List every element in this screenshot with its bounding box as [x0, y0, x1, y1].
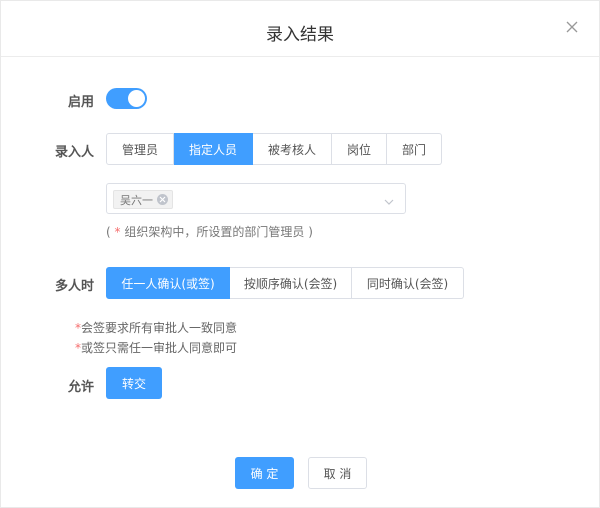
recorder-option-department[interactable]: 部门 — [387, 133, 442, 165]
multi-option-any[interactable]: 任一人确认(或签) — [106, 267, 230, 299]
chevron-down-icon — [383, 193, 395, 205]
dialog-title: 录入结果 — [266, 25, 334, 45]
cancel-button[interactable]: 取 消 — [308, 457, 367, 489]
record-result-dialog: 录入结果 启用 录入人 管理员 指定人员 被考核人 岗位 部门 吴六一 ( * … — [0, 0, 600, 508]
selected-person-tag: 吴六一 — [113, 190, 173, 209]
allow-label: 允许 — [67, 380, 94, 395]
enable-switch[interactable] — [106, 88, 147, 109]
recorder-option-position[interactable]: 岗位 — [332, 133, 387, 165]
confirm-button[interactable]: 确 定 — [235, 457, 294, 489]
dialog-header: 录入结果 — [1, 1, 599, 57]
recorder-option-designated[interactable]: 指定人员 — [174, 133, 253, 165]
recorder-option-assessee[interactable]: 被考核人 — [253, 133, 332, 165]
recorder-segment-group: 管理员 指定人员 被考核人 岗位 部门 — [106, 133, 442, 165]
recorder-option-admin[interactable]: 管理员 — [106, 133, 174, 165]
recorder-hint: ( * 组织架构中，所设置的部门管理员 ) — [106, 225, 313, 239]
close-icon[interactable] — [565, 20, 579, 34]
recorder-label: 录入人 — [54, 145, 94, 160]
or-sign-note: *或签只需任一审批人同意即可 — [75, 341, 238, 355]
multi-option-sequential[interactable]: 按顺序确认(会签) — [230, 267, 352, 299]
person-select[interactable]: 吴六一 — [106, 183, 406, 214]
transfer-button[interactable]: 转交 — [106, 367, 162, 399]
selected-person-name: 吴六一 — [120, 193, 153, 207]
multi-segment-group: 任一人确认(或签) 按顺序确认(会签) 同时确认(会签) — [106, 267, 464, 299]
multi-option-simultaneous[interactable]: 同时确认(会签) — [352, 267, 464, 299]
switch-knob — [128, 90, 145, 107]
countersign-note: *会签要求所有审批人一致同意 — [75, 321, 238, 335]
enable-label: 启用 — [67, 95, 94, 110]
multi-label: 多人时 — [54, 279, 94, 294]
tag-close-icon[interactable] — [157, 194, 168, 205]
